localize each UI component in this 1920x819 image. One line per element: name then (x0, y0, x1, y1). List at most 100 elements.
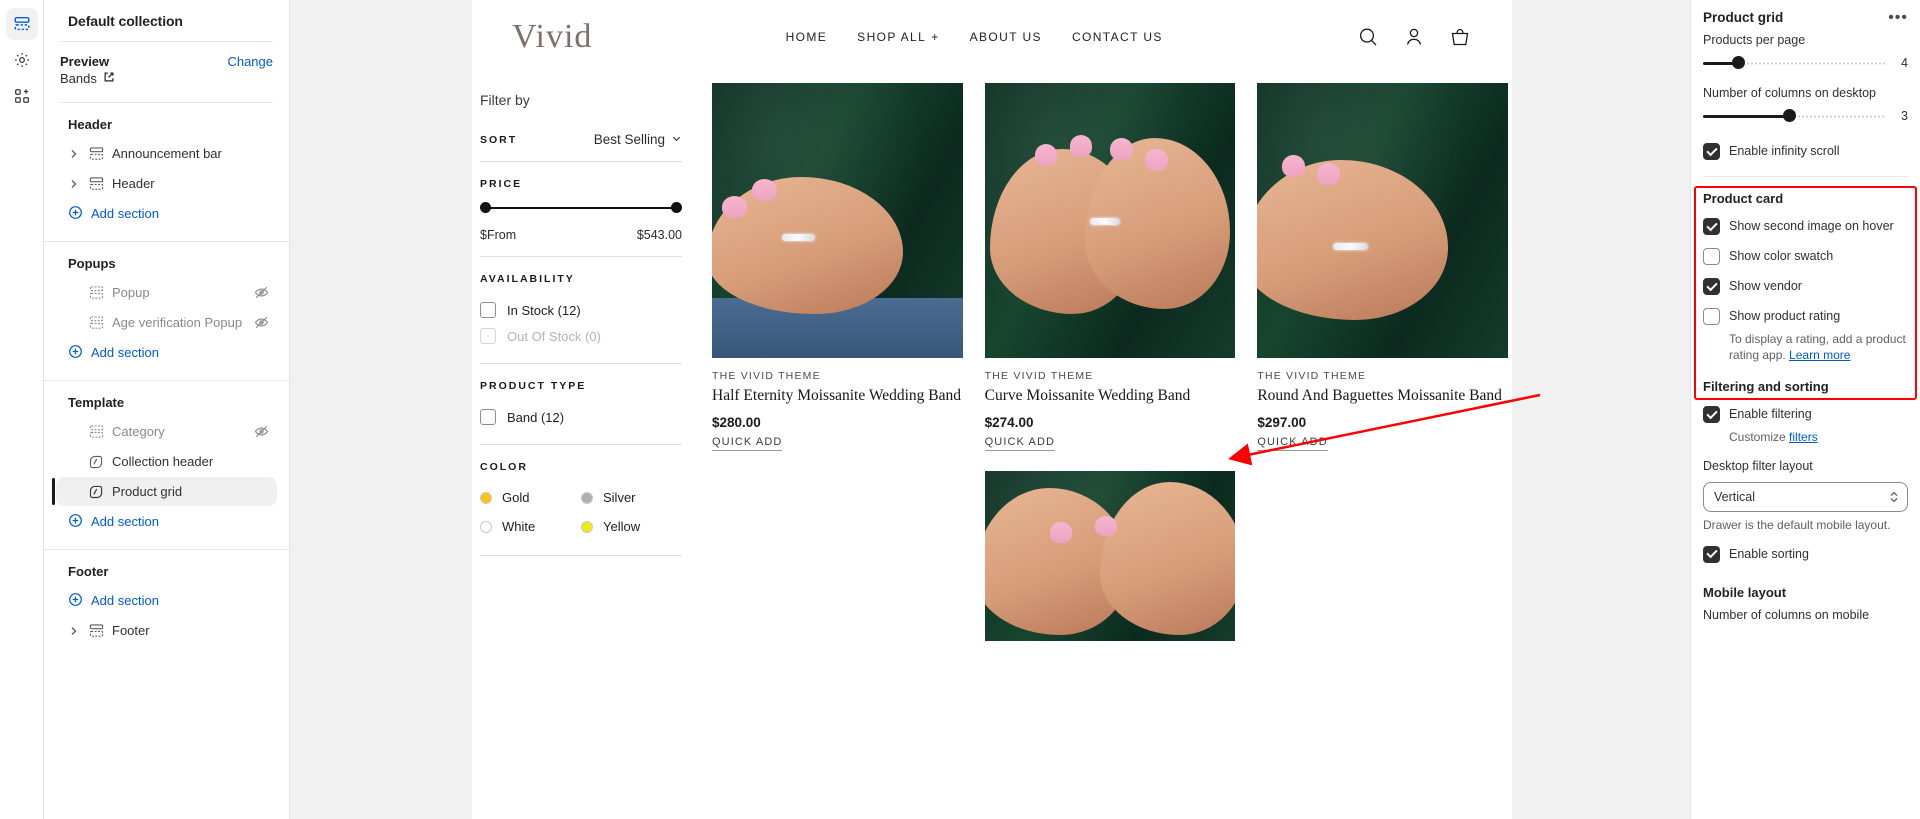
nav-item-shop-all[interactable]: SHOP ALL + (857, 30, 939, 44)
product-title[interactable]: Round And Baguettes Moissanite Band (1257, 386, 1508, 405)
add-section-button[interactable]: Add section (56, 338, 277, 367)
color-option-white[interactable]: White (480, 512, 581, 541)
sections-icon[interactable] (5, 8, 38, 40)
products-per-page-slider[interactable] (1703, 56, 1886, 69)
price-range-slider[interactable] (480, 202, 682, 214)
filters-link[interactable]: filters (1789, 430, 1818, 444)
search-icon[interactable] (1356, 25, 1380, 49)
brand-logo[interactable]: Vivid (512, 18, 592, 56)
add-section-button[interactable]: Add section (56, 507, 277, 536)
preview-change-button[interactable]: Change (227, 54, 273, 69)
quick-add-button[interactable]: QUICK ADD (984, 436, 1056, 452)
filtering-section-title: Filtering and sorting (1703, 379, 1829, 395)
quick-add-button[interactable]: QUICK ADD (712, 436, 783, 452)
checkbox[interactable] (480, 302, 496, 318)
nav-item-home[interactable]: HOME (786, 30, 828, 44)
checkbox[interactable] (1703, 278, 1720, 295)
section-icon (88, 315, 104, 331)
checkbox[interactable] (1703, 406, 1720, 424)
price-min-handle[interactable] (480, 202, 491, 213)
slider-handle[interactable] (1783, 109, 1796, 122)
sidebar-item-product-grid[interactable]: Product grid (52, 477, 277, 506)
nav-item-contact-us[interactable]: CONTACT US (1072, 30, 1163, 44)
learn-more-link[interactable]: Learn more (1789, 348, 1850, 362)
storefront-viewport: Vivid HOME SHOP ALL + ABOUT US CONTACT US (472, 0, 1512, 819)
show-product-rating-row[interactable]: Show product rating (1703, 304, 1908, 329)
product-type-option-band[interactable]: Band (12) (480, 404, 682, 430)
add-section-button[interactable]: Add section (56, 199, 277, 228)
customize-prefix: Customize (1729, 430, 1790, 445)
product-card-section-title: Product card (1703, 191, 1784, 206)
enable-infinity-scroll-checkbox-row[interactable]: Enable infinity scroll (1703, 139, 1908, 164)
product-price: $274.00 (984, 415, 1034, 431)
availability-option-out-of-stock: Out Of Stock (0) (480, 323, 682, 349)
more-options-icon[interactable]: ••• (1888, 9, 1908, 25)
cart-icon[interactable] (1448, 25, 1472, 49)
color-swatch (581, 520, 593, 533)
checkbox[interactable] (1703, 545, 1720, 563)
nav-item-about-us[interactable]: ABOUT US (970, 30, 1042, 44)
color-option-yellow[interactable]: Yellow (581, 512, 682, 541)
enable-filtering-row[interactable]: Enable filtering (1703, 402, 1908, 427)
preview-value: Bands (60, 71, 97, 86)
chevron-right-icon[interactable] (68, 179, 80, 189)
sidebar-item-announcement-bar[interactable]: Announcement bar (56, 139, 277, 168)
checkbox[interactable] (1703, 143, 1720, 160)
product-card[interactable]: THE VIVID THEME Half Eternity Moissanite… (712, 83, 963, 452)
account-icon[interactable] (1402, 25, 1426, 49)
product-grid: THE VIVID THEME Half Eternity Moissanite… (712, 66, 1512, 642)
show-vendor-row[interactable]: Show vendor (1703, 274, 1908, 299)
slider-fill (1703, 115, 1789, 118)
product-image[interactable] (712, 83, 963, 358)
hidden-eye-icon[interactable] (254, 424, 269, 439)
sidebar-item-footer[interactable]: Footer (56, 616, 277, 645)
product-image[interactable] (1257, 83, 1508, 358)
product-card[interactable]: THE VIVID THEME Curve Moissanite Wedding… (984, 83, 1236, 452)
chevron-right-icon[interactable] (68, 626, 80, 636)
sidebar-item-header[interactable]: Header (56, 169, 277, 198)
color-option-gold[interactable]: Gold (480, 483, 581, 512)
section-icon (88, 424, 104, 440)
slider-handle[interactable] (1731, 56, 1745, 69)
sort-dropdown[interactable]: Best Selling (594, 132, 682, 147)
product-card[interactable]: THE VIVID THEME Round And Baguettes Mois… (1257, 83, 1508, 452)
show-color-swatch-row[interactable]: Show color swatch (1703, 244, 1908, 269)
product-image[interactable] (984, 471, 1236, 642)
price-max-handle[interactable] (671, 202, 682, 213)
sidebar-item-category[interactable]: Category (56, 417, 277, 446)
hidden-eye-icon[interactable] (254, 315, 269, 330)
checkbox[interactable] (480, 409, 496, 425)
block-icon (88, 454, 104, 470)
sidebar-item-label: Age verification Popup (112, 315, 243, 330)
availability-option-in-stock[interactable]: In Stock (12) (480, 297, 682, 323)
quick-add-button[interactable]: QUICK ADD (1257, 436, 1328, 452)
hidden-eye-icon[interactable] (254, 285, 269, 300)
product-card[interactable] (984, 471, 1236, 642)
columns-desktop-slider[interactable] (1703, 109, 1886, 122)
desktop-filter-layout-select[interactable]: Vertical (1703, 481, 1908, 512)
product-image[interactable] (984, 83, 1236, 358)
filter-heading: Filter by (480, 92, 530, 108)
checkbox[interactable] (1703, 218, 1720, 235)
sidebar-item-collection-header[interactable]: Collection header (56, 447, 277, 476)
color-option-silver[interactable]: Silver (581, 483, 682, 512)
product-title[interactable]: Half Eternity Moissanite Wedding Band (712, 386, 963, 405)
product-title[interactable]: Curve Moissanite Wedding Band (985, 386, 1236, 405)
apps-add-icon[interactable] (6, 80, 38, 112)
product-type-title: PRODUCT TYPE (480, 380, 587, 392)
inspector-divider (1703, 176, 1908, 177)
chevron-right-icon[interactable] (68, 149, 80, 159)
sidebar-item-label: Popup (112, 285, 150, 300)
settings-gear-icon[interactable] (6, 44, 38, 76)
enable-sorting-row[interactable]: Enable sorting (1703, 542, 1908, 567)
add-section-button[interactable]: Add section (56, 586, 277, 615)
products-per-page-slider-row: 4 (1703, 56, 1908, 70)
checkbox[interactable] (1703, 308, 1720, 325)
show-second-image-on-hover-row[interactable]: Show second image on hover (1703, 214, 1908, 239)
checkbox[interactable] (1703, 248, 1720, 265)
sidebar-item-age-verification-popup[interactable]: Age verification Popup (56, 308, 277, 337)
settings-inspector: Product grid ••• Products per page 4 Num… (1690, 0, 1920, 819)
plus-circle-icon (68, 592, 83, 610)
sidebar-item-popup[interactable]: Popup (56, 278, 277, 307)
external-link-icon[interactable] (103, 71, 115, 86)
